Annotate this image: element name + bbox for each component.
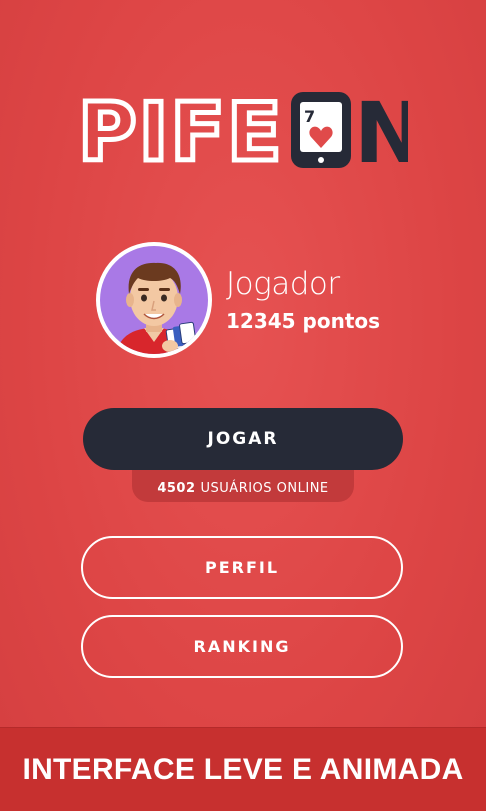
player-name: Jogador — [226, 266, 340, 302]
promo-banner: INTERFACE LEVE E ANIMADA — [0, 727, 486, 811]
cartoon-face-icon — [116, 262, 197, 354]
player-avatar[interactable] — [96, 242, 212, 358]
profile-button[interactable]: PERFIL — [81, 536, 403, 599]
ranking-button[interactable]: RANKING — [81, 615, 403, 678]
online-count: 4502 — [157, 480, 196, 496]
phone-card-icon: 7 — [291, 92, 351, 168]
logo-card-rank: 7 — [304, 107, 315, 126]
online-label: USUÁRIOS ONLINE — [200, 480, 329, 496]
player-points: 12345 pontos — [226, 309, 381, 333]
logo-text-pife: PIFE — [78, 88, 284, 170]
avatar-background — [100, 246, 208, 354]
online-users-badge: 4502 USUÁRIOS ONLINE — [132, 470, 354, 502]
logo-text-n: N — [354, 88, 408, 170]
pife-on-logo: PIFE 7 N — [78, 88, 408, 170]
banner-text: INTERFACE LEVE E ANIMADA — [22, 752, 464, 786]
play-button[interactable]: JOGAR — [83, 408, 403, 470]
